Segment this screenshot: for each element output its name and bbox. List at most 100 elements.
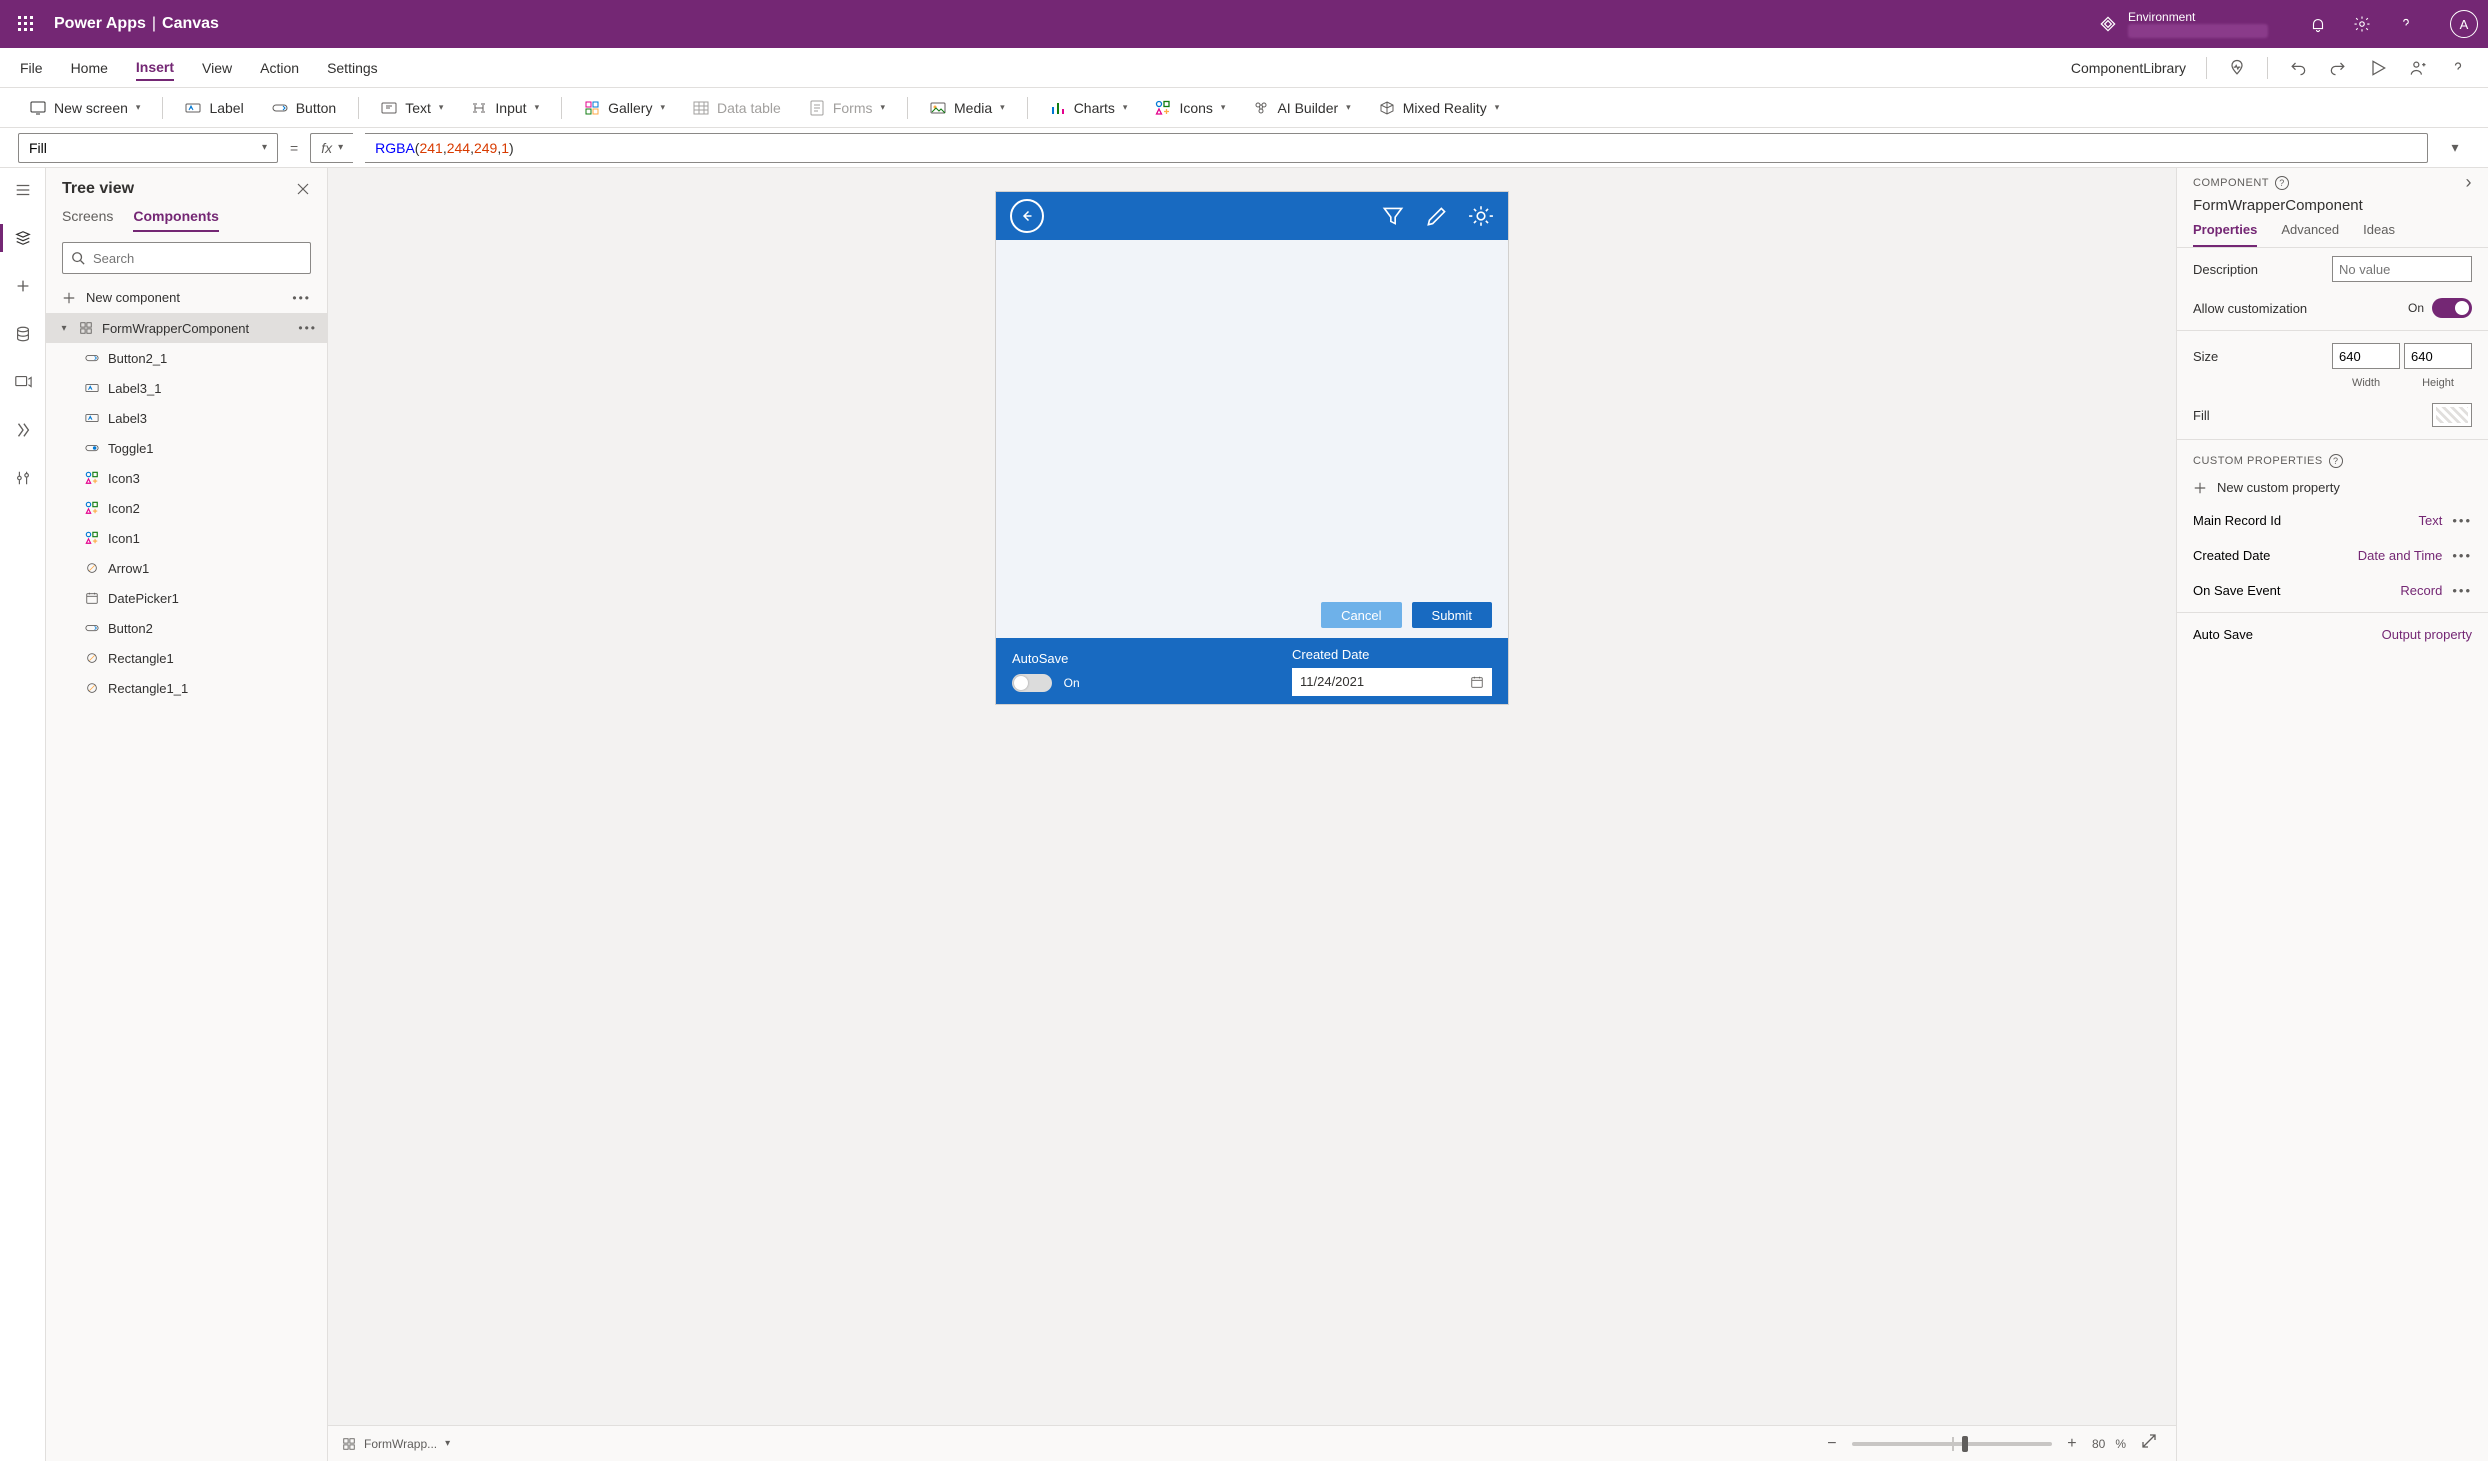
cancel-button[interactable]: Cancel <box>1321 602 1401 628</box>
user-avatar[interactable]: A <box>2450 10 2478 38</box>
prop-tab-ideas[interactable]: Ideas <box>2363 222 2395 247</box>
tree-item-label3-1[interactable]: Label3_1 <box>46 373 327 403</box>
new-component-button[interactable]: New component <box>62 290 180 305</box>
rail-tools-icon[interactable] <box>13 468 33 488</box>
menu-insert[interactable]: Insert <box>136 55 174 81</box>
zoom-slider[interactable] <box>1852 1442 2052 1446</box>
help-icon[interactable] <box>2396 14 2416 34</box>
redo-icon[interactable] <box>2328 58 2348 78</box>
help-menu-icon[interactable] <box>2448 58 2468 78</box>
more-icon[interactable]: ••• <box>2452 548 2472 563</box>
ribbon-gallery[interactable]: Gallery▾ <box>572 100 677 116</box>
zoom-in-button[interactable]: + <box>2062 1435 2082 1453</box>
waffle-button[interactable] <box>10 8 42 40</box>
custom-prop-on-save-event[interactable]: On Save Event Record••• <box>2177 573 2488 608</box>
filter-icon[interactable] <box>1380 203 1406 229</box>
tree-item-button2-1[interactable]: Button2_1 <box>46 343 327 373</box>
tree-item-toggle1[interactable]: Toggle1 <box>46 433 327 463</box>
chevron-down-icon[interactable]: ▾ <box>58 323 70 334</box>
new-component-more-icon[interactable]: ••• <box>292 291 311 305</box>
ribbon-new-screen[interactable]: New screen▾ <box>18 100 152 116</box>
menu-action[interactable]: Action <box>260 56 299 80</box>
expand-formula-icon[interactable]: ▾ <box>2440 139 2470 156</box>
allow-customization-toggle[interactable] <box>2432 298 2472 318</box>
more-icon[interactable]: ••• <box>2452 513 2472 528</box>
component-library-label[interactable]: ComponentLibrary <box>2071 60 2186 76</box>
share-icon[interactable] <box>2408 58 2428 78</box>
tree-item-datepicker1[interactable]: DatePicker1 <box>46 583 327 613</box>
custom-prop-created-date[interactable]: Created Date Date and Time••• <box>2177 538 2488 573</box>
tree-item-icon2[interactable]: Icon2 <box>46 493 327 523</box>
ribbon-icons[interactable]: Icons▾ <box>1143 100 1237 116</box>
canvas-area[interactable]: Cancel Submit AutoSave On Created Date 1… <box>328 168 2176 1425</box>
ribbon-ai-builder[interactable]: AI Builder▾ <box>1241 100 1362 116</box>
autosave-toggle[interactable] <box>1012 674 1052 692</box>
canvas-status-bar: FormWrapp... ▾ − + 80 % <box>328 1425 2176 1461</box>
rail-media-icon[interactable] <box>13 372 33 392</box>
help-circle-icon[interactable]: ? <box>2275 176 2289 190</box>
component-preview[interactable]: Cancel Submit AutoSave On Created Date 1… <box>996 192 1508 704</box>
fill-color-swatch[interactable] <box>2432 403 2472 427</box>
tree-item-arrow1[interactable]: Arrow1 <box>46 553 327 583</box>
ribbon-text[interactable]: Text▾ <box>369 100 455 116</box>
more-icon[interactable]: ••• <box>2452 583 2472 598</box>
ribbon-button[interactable]: Button <box>260 100 348 116</box>
tree-item-more-icon[interactable]: ••• <box>298 321 317 335</box>
tree-item-icon1[interactable]: Icon1 <box>46 523 327 553</box>
tree-item-button2[interactable]: Button2 <box>46 613 327 643</box>
menu-home[interactable]: Home <box>71 56 108 80</box>
height-input[interactable] <box>2404 343 2472 369</box>
breadcrumb-selector[interactable]: FormWrapp... ▾ <box>342 1437 450 1451</box>
fit-to-screen-icon[interactable] <box>2136 1433 2162 1454</box>
tree-search-input[interactable] <box>93 251 302 266</box>
ribbon-input[interactable]: Input▾ <box>459 100 551 116</box>
tree-item-icon3[interactable]: Icon3 <box>46 463 327 493</box>
rail-hamburger-icon[interactable] <box>13 180 33 200</box>
zoom-out-button[interactable]: − <box>1822 1435 1842 1453</box>
prop-tab-advanced[interactable]: Advanced <box>2281 222 2339 247</box>
fx-button[interactable]: fx ▾ <box>310 133 353 163</box>
tree-tab-components[interactable]: Components <box>133 208 219 232</box>
notifications-icon[interactable] <box>2308 14 2328 34</box>
description-input[interactable] <box>2332 256 2472 282</box>
insert-ribbon: New screen▾ Label Button Text▾ Input▾ Ga… <box>0 88 2488 128</box>
prop-tab-properties[interactable]: Properties <box>2193 222 2257 247</box>
back-arrow-icon[interactable] <box>1010 199 1044 233</box>
component-name-display: FormWrapperComponent <box>2177 195 2488 222</box>
help-circle-icon[interactable]: ? <box>2329 454 2343 468</box>
settings-gear-icon[interactable] <box>2352 14 2372 34</box>
properties-chevron-icon[interactable]: › <box>2466 172 2473 193</box>
width-input[interactable] <box>2332 343 2400 369</box>
custom-prop-main-record-id[interactable]: Main Record Id Text••• <box>2177 503 2488 538</box>
tree-item-rectangle1[interactable]: Rectangle1 <box>46 643 327 673</box>
rail-advanced-icon[interactable] <box>13 420 33 440</box>
new-custom-property-button[interactable]: New custom property <box>2177 472 2488 503</box>
submit-button[interactable]: Submit <box>1412 602 1492 628</box>
formula-input[interactable]: RGBA(241, 244, 249, 1) <box>365 133 2428 163</box>
rail-data-icon[interactable] <box>13 324 33 344</box>
gear-icon[interactable] <box>1468 203 1494 229</box>
property-selector[interactable]: Fill ▾ <box>18 133 278 163</box>
health-check-icon[interactable] <box>2227 58 2247 78</box>
created-date-picker[interactable]: 11/24/2021 <box>1292 668 1492 696</box>
environment-selector[interactable]: Environment <box>2098 10 2268 38</box>
rail-insert-icon[interactable] <box>13 276 33 296</box>
ribbon-media[interactable]: Media▾ <box>918 100 1017 116</box>
undo-icon[interactable] <box>2288 58 2308 78</box>
ribbon-charts[interactable]: Charts▾ <box>1038 100 1140 116</box>
rail-tree-view-icon[interactable] <box>13 228 33 248</box>
tree-tab-screens[interactable]: Screens <box>62 208 113 232</box>
menu-view[interactable]: View <box>202 56 232 80</box>
custom-prop-auto-save[interactable]: Auto Save Output property <box>2177 617 2488 652</box>
play-icon[interactable] <box>2368 58 2388 78</box>
tree-close-icon[interactable] <box>295 181 311 197</box>
ribbon-mixed-reality[interactable]: Mixed Reality▾ <box>1367 100 1512 116</box>
tree-item-rectangle1-1[interactable]: Rectangle1_1 <box>46 673 327 703</box>
tree-search-box[interactable] <box>62 242 311 274</box>
ribbon-label[interactable]: Label <box>173 100 255 116</box>
menu-settings[interactable]: Settings <box>327 56 378 80</box>
tree-item-formwrappercomponent[interactable]: ▾ FormWrapperComponent ••• <box>46 313 327 343</box>
tree-item-label3[interactable]: Label3 <box>46 403 327 433</box>
edit-pencil-icon[interactable] <box>1424 203 1450 229</box>
menu-file[interactable]: File <box>20 56 43 80</box>
